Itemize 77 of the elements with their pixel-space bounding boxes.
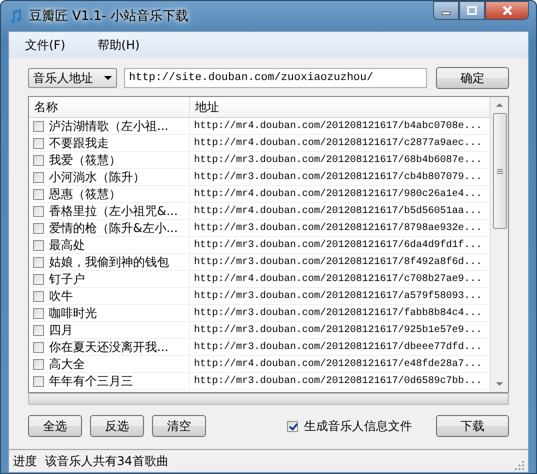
song-name: 吹牛 [49, 288, 73, 304]
song-url: http://mr3.douban.com/201208121617/0d6589c7bb... [194, 376, 482, 386]
song-url: http://mr3.douban.com/201208121617/fabb8b84c4... [194, 308, 482, 318]
song-url: http://mr4.douban.com/201208121617/980c26a1e4... [194, 188, 482, 200]
resize-grip-icon[interactable] [515, 461, 524, 470]
source-dropdown[interactable]: 音乐人地址 [28, 68, 117, 88]
song-name: 四月 [49, 322, 73, 338]
song-name: 香格里拉（左小祖咒&... [49, 203, 178, 219]
song-url: http://mr3.douban.com/201208121617/8798ae932e... [194, 222, 482, 234]
close-button[interactable] [485, 1, 529, 20]
download-button[interactable]: 下载 [436, 415, 509, 437]
scroll-thumb[interactable] [492, 113, 506, 229]
song-url: http://mr4.douban.com/201208121617/c2877a9aec... [194, 138, 482, 148]
checkbox[interactable] [33, 188, 44, 200]
checkbox[interactable] [287, 420, 298, 432]
song-url: http://mr3.douban.com/201208121617/dbeee77dfd... [194, 342, 482, 352]
confirm-button[interactable]: 确定 [436, 67, 509, 89]
checkbox[interactable] [33, 308, 44, 318]
song-name: 我爱（筱慧） [49, 152, 121, 168]
song-url: http://mr3.douban.com/201208121617/cb4b807079... [194, 172, 482, 182]
url-field[interactable]: http://site.douban.com/zuoxiaozuzhou/ [124, 68, 427, 88]
status-label: 进度 [13, 452, 37, 470]
song-name: 钉子户 [49, 271, 85, 287]
music-note-icon [8, 8, 24, 24]
song-url: http://mr3.douban.com/201208121617/68b4b6087e... [194, 154, 482, 166]
checkbox[interactable] [33, 120, 44, 132]
checkbox[interactable] [33, 240, 44, 250]
song-name: 年年有个三月三 [49, 373, 133, 389]
song-url: http://mr4.douban.com/201208121617/b4abc0708e... [194, 120, 482, 132]
close-icon [502, 5, 512, 16]
song-name: 恩惠（筱慧） [49, 186, 121, 202]
maximize-icon [467, 6, 477, 16]
dropdown-value: 音乐人地址 [33, 70, 93, 86]
horizontal-scrollbar[interactable] [28, 393, 509, 405]
song-name: 最高处 [49, 237, 85, 253]
menu-item[interactable]: 文件(F) [17, 34, 74, 56]
checkbox[interactable] [33, 172, 44, 182]
caret-icon [104, 76, 112, 80]
song-name: 爱情的枪（陈升&左小... [49, 220, 178, 236]
checkbox[interactable] [33, 222, 44, 234]
maximize-button[interactable] [459, 1, 485, 20]
checkbox[interactable] [33, 324, 44, 336]
checkbox[interactable] [33, 256, 44, 268]
action-button[interactable]: 反选 [90, 415, 144, 437]
song-name: 咖啡时光 [49, 305, 97, 321]
song-name: 小河淌水（陈升） [49, 169, 145, 185]
song-name: 高大全 [49, 356, 85, 372]
grip-icon [496, 168, 502, 174]
checkbox[interactable] [33, 342, 44, 352]
checkbox[interactable] [33, 154, 44, 166]
menu-item[interactable]: 帮助(H) [89, 34, 148, 56]
action-button[interactable]: 全选 [28, 415, 82, 437]
checkbox-label[interactable]: 生成音乐人信息文件 [304, 418, 412, 434]
scroll-up-icon[interactable] [496, 103, 503, 107]
song-url: http://mr3.douban.com/201208121617/8f492a8f6d... [194, 256, 482, 268]
song-name: 你在夏天还没离开我... [49, 339, 168, 355]
checkbox[interactable] [33, 376, 44, 386]
minimize-button[interactable] [433, 1, 459, 20]
song-url: http://mr4.douban.com/201208121617/e48fde28a7... [194, 358, 482, 370]
scroll-down-icon[interactable] [496, 382, 503, 386]
checkbox[interactable] [33, 274, 44, 284]
song-url: http://mr3.douban.com/201208121617/a579f58093... [194, 290, 482, 302]
checkbox[interactable] [33, 206, 44, 216]
song-url: http://mr3.douban.com/201208121617/925b1e57e9... [194, 324, 482, 336]
checkbox[interactable] [33, 358, 44, 370]
song-name: 泸沽湖情歌（左小祖... [49, 118, 168, 134]
status-message: 该音乐人共有34首歌曲 [45, 452, 168, 470]
song-url: http://mr4.douban.com/201208121617/c708b27ae9... [194, 274, 482, 284]
column-header[interactable]: 名称 [29, 97, 190, 117]
song-url: http://mr3.douban.com/201208121617/6da4d9fd1f... [194, 240, 482, 250]
song-name: 不要跟我走 [49, 135, 109, 151]
checkbox[interactable] [33, 138, 44, 148]
window-title: 豆瓣匠 V1.1- 小站音乐下载 [29, 8, 190, 25]
action-button[interactable]: 清空 [152, 415, 206, 437]
song-url: http://mr4.douban.com/201208121617/b5d56051aa... [194, 206, 482, 216]
song-name: 姑娘，我偷到神的钱包 [49, 254, 169, 270]
checkbox[interactable] [33, 290, 44, 302]
